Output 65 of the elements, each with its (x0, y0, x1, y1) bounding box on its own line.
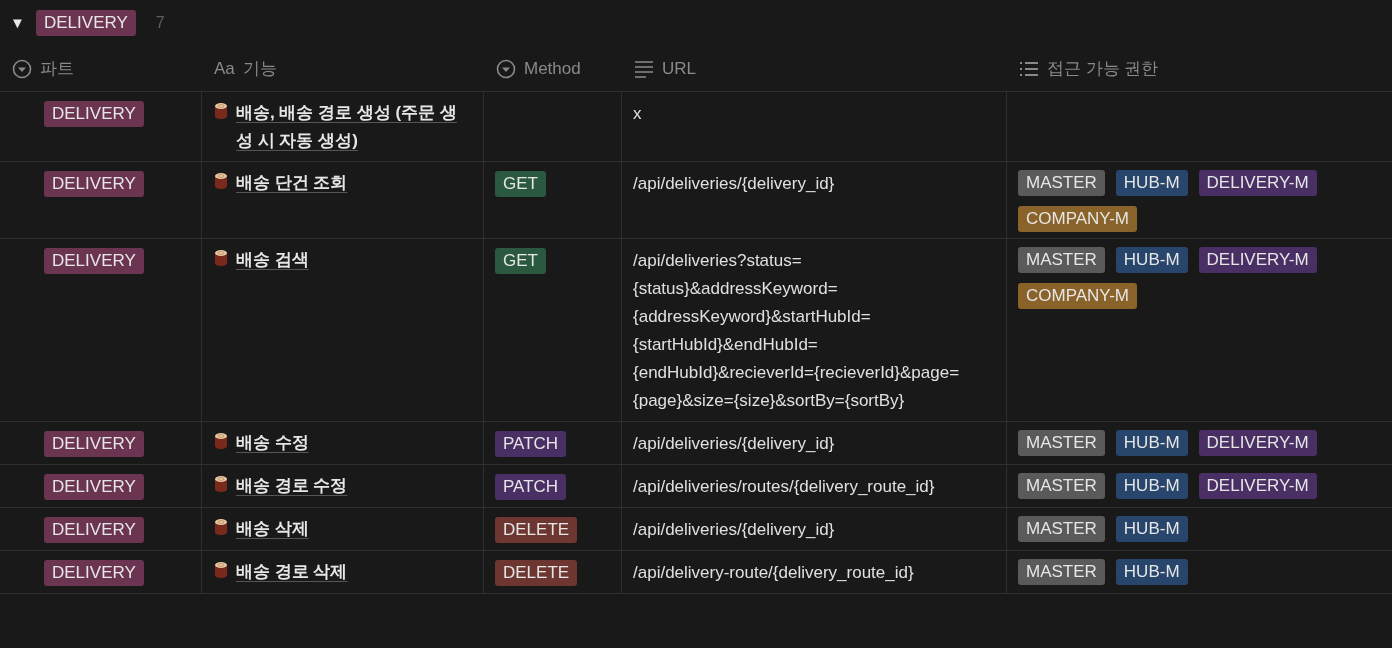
text-lines-icon (634, 59, 654, 78)
wood-log-icon (214, 475, 228, 493)
tag: DELIVERY-M (1198, 170, 1317, 196)
tag: HUB-M (1115, 516, 1188, 542)
column-header[interactable]: 기능 (242, 55, 277, 82)
tag: HUB-M (1115, 247, 1188, 273)
tag: COMPANY-M (1018, 206, 1137, 232)
tag: MASTER (1018, 559, 1105, 585)
wood-log-icon (214, 518, 228, 536)
tag: DELIVERY (44, 248, 144, 274)
tag: MASTER (1018, 430, 1105, 456)
tag: PATCH (495, 474, 567, 500)
tag: DELIVERY (44, 101, 144, 127)
tag: DELETE (495, 560, 578, 586)
tag: DELIVERY (44, 474, 144, 500)
wood-log-icon (214, 561, 228, 579)
tag: DELIVERY (44, 560, 144, 586)
row-count: 7 (155, 13, 165, 33)
row-title-link[interactable]: 배송, 배송 경로 생성 (주문 생성 시 자동 생성) (236, 99, 471, 155)
url-text: /api/deliveries/{delivery_id} (633, 520, 835, 539)
url-text: /api/deliveries/{delivery_id} (633, 174, 835, 193)
url-text: /api/delivery-route/{delivery_route_id} (633, 563, 914, 582)
column-header[interactable]: 접근 가능 권한 (1047, 55, 1159, 82)
tag: DELIVERY (36, 10, 136, 36)
row-title-link[interactable]: 배송 단건 조회 (236, 169, 348, 197)
column-header[interactable]: 파트 (40, 55, 74, 82)
tag: DELIVERY-M (1198, 473, 1317, 499)
tag: HUB-M (1115, 430, 1188, 456)
tag: GET (495, 248, 546, 274)
tag: DELETE (495, 517, 578, 543)
wood-log-icon (214, 172, 228, 190)
tag: MASTER (1018, 170, 1105, 196)
list-icon (1019, 60, 1039, 77)
url-text: /api/deliveries?status={status}&addressKeyword={addressKeyword}&startHubId={startHubId}&endHubId={endHubId}&recieverId={recieverId}&page={page}&size={size}&sortBy={sortBy} (633, 251, 960, 410)
column-header[interactable]: URL (662, 55, 696, 82)
tag: HUB-M (1115, 473, 1188, 499)
text-type-icon: Aa (214, 55, 235, 82)
tag: HUB-M (1115, 559, 1188, 585)
column-header[interactable]: Method (524, 55, 581, 82)
tag: MASTER (1018, 473, 1105, 499)
collapse-toggle[interactable]: ▼ (10, 11, 24, 35)
tag: HUB-M (1115, 170, 1188, 196)
url-text: x (633, 104, 642, 123)
tag: DELIVERY (44, 517, 144, 543)
dropdown-circle-icon (496, 58, 516, 79)
wood-log-icon (214, 249, 228, 267)
tag: DELIVERY-M (1198, 430, 1317, 456)
row-title-link[interactable]: 배송 수정 (236, 429, 309, 457)
wood-log-icon (214, 432, 228, 450)
wood-log-icon (214, 102, 228, 120)
row-title-link[interactable]: 배송 검색 (236, 246, 309, 274)
row-title-link[interactable]: 배송 경로 수정 (236, 472, 348, 500)
row-title-link[interactable]: 배송 삭제 (236, 515, 309, 543)
url-text: /api/deliveries/{delivery_id} (633, 434, 835, 453)
tag: DELIVERY (44, 431, 144, 457)
tag: PATCH (495, 431, 567, 457)
dropdown-circle-icon (12, 58, 32, 79)
tag: COMPANY-M (1018, 283, 1137, 309)
url-text: /api/deliveries/routes/{delivery_route_id} (633, 477, 935, 496)
row-title-link[interactable]: 배송 경로 삭제 (236, 558, 348, 586)
tag: GET (495, 171, 546, 197)
tag: DELIVERY-M (1198, 247, 1317, 273)
tag: MASTER (1018, 516, 1105, 542)
tag: DELIVERY (44, 171, 144, 197)
tag: MASTER (1018, 247, 1105, 273)
